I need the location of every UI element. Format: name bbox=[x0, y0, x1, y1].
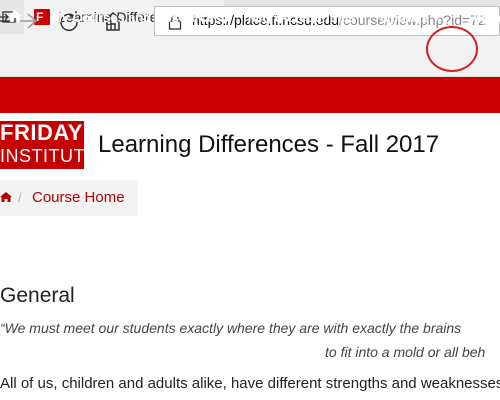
logo-text-line2: INSTITUTE bbox=[0, 146, 98, 166]
quote-text: “We must meet our students exactly where… bbox=[0, 320, 462, 336]
intro-paragraph: All of us, children and adults alike, ha… bbox=[0, 375, 500, 392]
breadcrumb-separator: / bbox=[18, 190, 22, 205]
home-icon[interactable] bbox=[0, 191, 12, 203]
page-title: Learning Differences - Fall 2017 bbox=[98, 131, 440, 158]
breadcrumb-course-home[interactable]: Course Home bbox=[32, 189, 125, 206]
nav-my-courses[interactable]: My Courses and Resources ▾ bbox=[51, 10, 232, 26]
home-icon[interactable] bbox=[8, 9, 22, 23]
logo-text-line1: FRIDAY bbox=[0, 120, 83, 145]
nav-support[interactable]: Suppo bbox=[465, 10, 500, 25]
site-nav-bar bbox=[0, 77, 500, 113]
nav-micro-credentials[interactable]: Micro-credentials bbox=[248, 10, 356, 25]
annotation-circle bbox=[426, 26, 478, 72]
nav-options[interactable]: Options ▾ bbox=[380, 10, 439, 26]
browser-toolbar bbox=[0, 34, 500, 77]
section-heading: General bbox=[0, 284, 75, 307]
quote-text-continued: to fit into a mold or all beh bbox=[325, 344, 486, 360]
